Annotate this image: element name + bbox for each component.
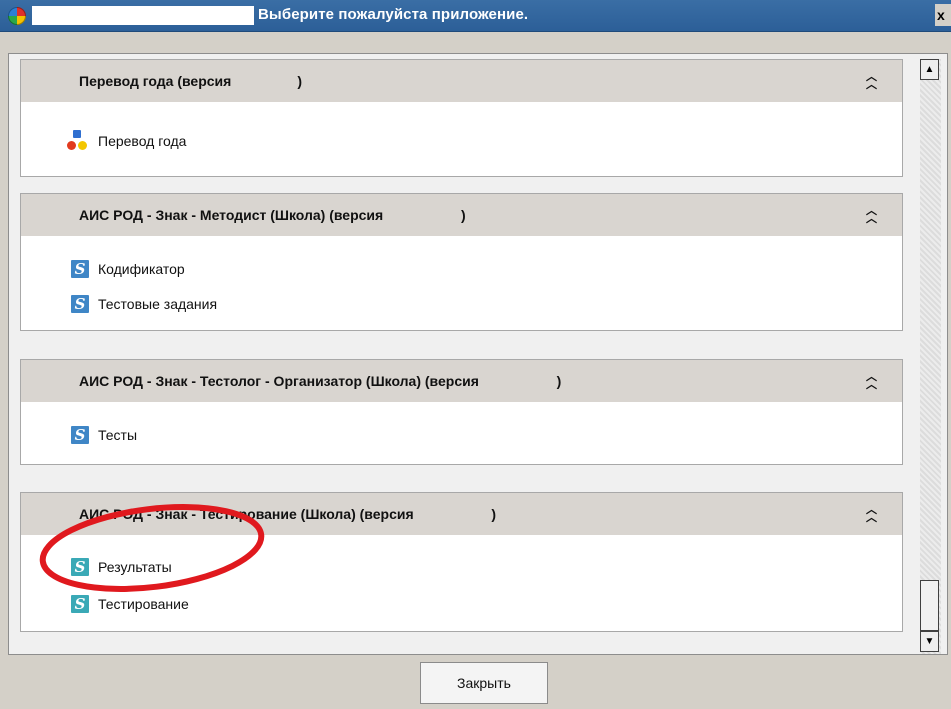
app-item-label: Перевод года xyxy=(98,133,187,149)
app-item-label: Тестирование xyxy=(98,596,189,612)
app-item-year-transfer[interactable]: Перевод года xyxy=(67,130,186,152)
redacted-region xyxy=(32,6,254,25)
window-close-button[interactable]: x xyxy=(935,4,951,26)
panel-title: АИС РОД - Знак - Методист (Школа) (верси… xyxy=(79,207,466,223)
app-item-testing[interactable]: S Тестирование xyxy=(71,593,189,615)
panel-header[interactable]: АИС РОД - Знак - Тестолог - Организатор … xyxy=(21,360,902,402)
scroll-up-button[interactable]: ▲ xyxy=(920,59,939,80)
panel-title: АИС РОД - Знак - Тестолог - Организатор … xyxy=(79,373,562,389)
panel-testolog: АИС РОД - Знак - Тестолог - Организатор … xyxy=(20,359,903,465)
close-button[interactable]: Закрыть xyxy=(420,662,548,704)
transfer-icon xyxy=(67,130,89,152)
panel-header[interactable]: Перевод года (версия ) ︿ ︿ xyxy=(21,60,902,102)
znak-app-icon: S xyxy=(71,260,89,278)
app-item-label: Тесты xyxy=(98,427,138,443)
annotation-ellipse xyxy=(39,504,265,592)
znak-app-icon: S xyxy=(71,595,89,613)
panel-title: Перевод года (версия ) xyxy=(79,73,303,89)
double-chevron-up-icon[interactable]: ︿ ︿ xyxy=(866,72,877,91)
app-item-test-tasks[interactable]: S Тестовые задания xyxy=(71,293,217,315)
app-logo-icon xyxy=(8,7,26,25)
window-title: Выберите пожалуйста приложение. xyxy=(258,6,529,23)
double-chevron-up-icon[interactable]: ︿ ︿ xyxy=(866,372,877,391)
double-chevron-up-icon[interactable]: ︿ ︿ xyxy=(866,206,877,225)
panel-header[interactable]: АИС РОД - Знак - Методист (Школа) (верси… xyxy=(21,194,902,236)
app-item-tests[interactable]: S Тесты xyxy=(71,424,137,446)
app-item-label: Кодификатор xyxy=(98,261,185,277)
app-item-label: Тестовые задания xyxy=(98,296,218,312)
znak-app-icon: S xyxy=(71,295,89,313)
scroll-thumb[interactable] xyxy=(920,580,939,631)
scroll-down-button[interactable]: ▼ xyxy=(920,631,939,652)
app-item-codifier[interactable]: S Кодификатор xyxy=(71,258,185,280)
vertical-scrollbar[interactable]: ▲ ▼ xyxy=(920,59,941,654)
panel-year-transfer: Перевод года (версия ) ︿ ︿ Перевод года xyxy=(20,59,903,177)
title-bar: Выберите пожалуйста приложение. x xyxy=(0,0,951,32)
double-chevron-up-icon[interactable]: ︿ ︿ xyxy=(866,505,877,524)
znak-app-icon: S xyxy=(71,426,89,444)
panel-methodist: АИС РОД - Знак - Методист (Школа) (верси… xyxy=(20,193,903,331)
